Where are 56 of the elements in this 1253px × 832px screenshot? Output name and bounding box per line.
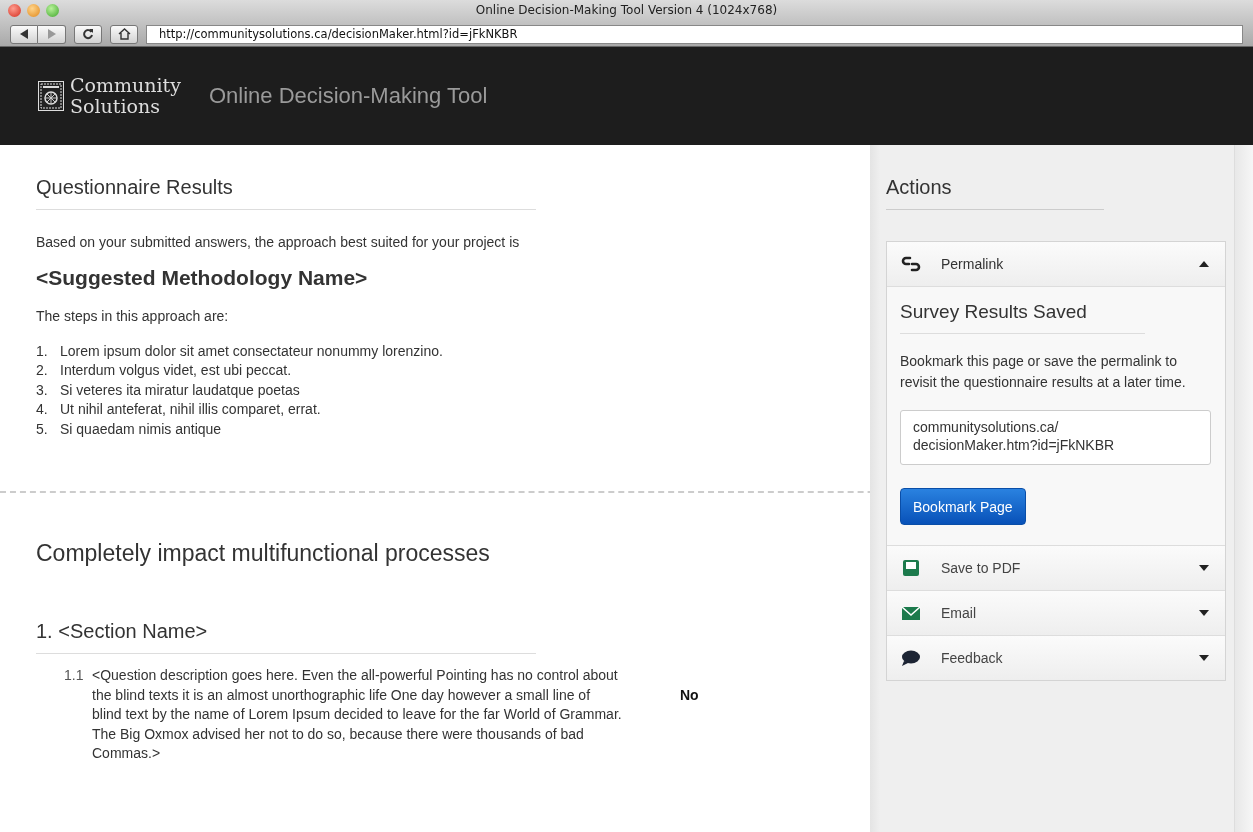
step-number: 1. (36, 342, 49, 361)
address-field[interactable]: http://communitysolutions.ca/decisionMaker.html?id=jFkNKBR (146, 24, 1243, 44)
step-text: Interdum volgus videt, est ubi peccat. (60, 361, 292, 381)
close-button[interactable] (8, 3, 21, 17)
steps-intro: The steps in this approach are: (36, 308, 230, 324)
forward-button[interactable] (38, 24, 66, 44)
section-title: Completely impact multifunctional processes (36, 540, 491, 568)
subsection-heading: 1. <Section Name> (36, 620, 536, 655)
reload-button[interactable] (74, 24, 102, 44)
step-number: 5. (36, 419, 49, 439)
envelope-icon (901, 605, 921, 621)
intro-text: Based on your submitted answers, the approach best suited for your project is (36, 234, 521, 250)
accordion-header[interactable]: Permalink (887, 242, 1225, 286)
step-text: Ut nihil anteferat, nihil illis comparet, errat. (60, 400, 321, 420)
brand-name: Community (70, 75, 181, 96)
home-button[interactable] (110, 24, 138, 44)
accordion-header[interactable]: Email (887, 590, 1225, 635)
sidebar-heading: Actions (886, 176, 1104, 210)
back-button[interactable] (10, 24, 38, 44)
accordion-header[interactable]: Feedback (887, 635, 1225, 680)
step-number: 2. (36, 361, 49, 381)
speech-bubble-icon (901, 649, 921, 667)
scrollbar[interactable] (1234, 145, 1253, 832)
home-icon (117, 28, 131, 40)
panel-text: Bookmark this page or save the permalink to revisit the questionnaire results at a later time. (900, 352, 1187, 392)
permalink-field[interactable]: communitysolutions.ca/ decisionMaker.htm?id=jFkNKBR (900, 410, 1211, 465)
panel-label: Permalink (941, 256, 1005, 272)
step-number: 4. (36, 400, 49, 420)
forward-arrow-icon (47, 29, 56, 39)
window-title: Online Decision-Making Tool Version 4 (1024x768) (475, 3, 778, 17)
step-text: Lorem ipsum dolor sit amet consectateur nonummy lorenzino. (60, 342, 443, 361)
section-heading: Questionnaire Results (36, 176, 536, 210)
panel-label: Feedback (941, 650, 1004, 666)
bookmark-button[interactable]: Bookmark Page (900, 488, 1026, 525)
back-arrow-icon (19, 29, 29, 39)
panel-title: Survey Results Saved (900, 301, 1145, 334)
caret-icon (1199, 261, 1209, 267)
caret-icon (1199, 655, 1209, 661)
link-icon (901, 255, 921, 273)
step-text: Si quaedam nimis antique (60, 419, 222, 439)
question-number: 1.1 (64, 666, 85, 686)
step-number: 3. (36, 380, 49, 400)
accordion-header[interactable]: Save to PDF (887, 545, 1225, 590)
brand-name: Solutions (70, 96, 160, 117)
reload-icon (82, 28, 94, 40)
caret-icon (1199, 610, 1209, 616)
ornament-logo-icon (38, 81, 64, 111)
step-text: Si veteres ita miratur laudatque poetas (60, 380, 300, 400)
panel-label: Email (941, 605, 977, 621)
answer-text: No (680, 686, 699, 706)
tray-icon (901, 559, 921, 577)
caret-icon (1199, 565, 1209, 571)
methodology-name: <Suggested Methodology Name> (36, 266, 369, 290)
app-title: Online Decision-Making Tool (208, 83, 488, 109)
panel-label: Save to PDF (941, 560, 1022, 576)
question-text: <Question description goes here. Even the all-powerful Pointing has no control about the blind texts it is an almost unorthographic life One day however a small line of blind text by the name of Lorem Ipsum decided to leave for the far World of Grammar. The Big Oxmox advised her not to do so, because there were thousands of bad Commas.> (92, 666, 622, 764)
